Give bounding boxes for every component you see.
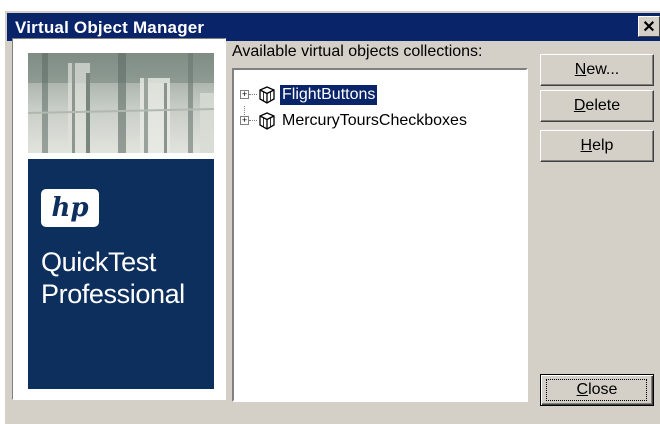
collections-label: Available virtual objects collections: <box>232 43 483 60</box>
help-button[interactable]: Help <box>540 130 654 162</box>
lab-glassware-image <box>28 53 214 153</box>
help-button-mnemonic: H <box>580 137 593 154</box>
collections-tree[interactable]: + FlightButtons + MercuryToursCheckboxes <box>232 68 528 402</box>
close-button[interactable]: Close <box>540 374 654 406</box>
title-bar[interactable]: Virtual Object Manager ✕ <box>7 13 660 41</box>
delete-button[interactable]: Delete <box>540 90 654 122</box>
new-button[interactable]: New... <box>540 54 654 86</box>
help-button-label: elp <box>592 137 614 154</box>
virtual-object-collection-icon <box>259 112 275 130</box>
product-name-line2: Professional <box>41 279 185 309</box>
close-icon: ✕ <box>642 19 656 36</box>
tree-item-label: FlightButtons <box>280 85 378 105</box>
expand-icon[interactable]: + <box>240 116 249 125</box>
tree-connector <box>249 120 257 121</box>
tree-item-label: MercuryToursCheckboxes <box>282 112 467 129</box>
delete-button-label: elete <box>585 97 621 114</box>
product-brand-block: hp QuickTest Professional <box>28 159 214 389</box>
tree-connector <box>249 94 257 95</box>
new-button-label: ew... <box>586 61 620 78</box>
close-window-button[interactable]: ✕ <box>638 16 660 37</box>
new-button-mnemonic: N <box>574 61 587 78</box>
delete-button-mnemonic: D <box>573 97 586 114</box>
focus-rectangle <box>546 379 647 401</box>
product-logo-panel: hp QuickTest Professional <box>12 38 226 400</box>
virtual-object-collection-icon <box>259 86 275 104</box>
product-name-line1: QuickTest <box>41 247 156 277</box>
window-title: Virtual Object Manager <box>15 18 205 37</box>
expand-icon[interactable]: + <box>240 90 249 99</box>
hp-logo: hp <box>41 189 99 227</box>
